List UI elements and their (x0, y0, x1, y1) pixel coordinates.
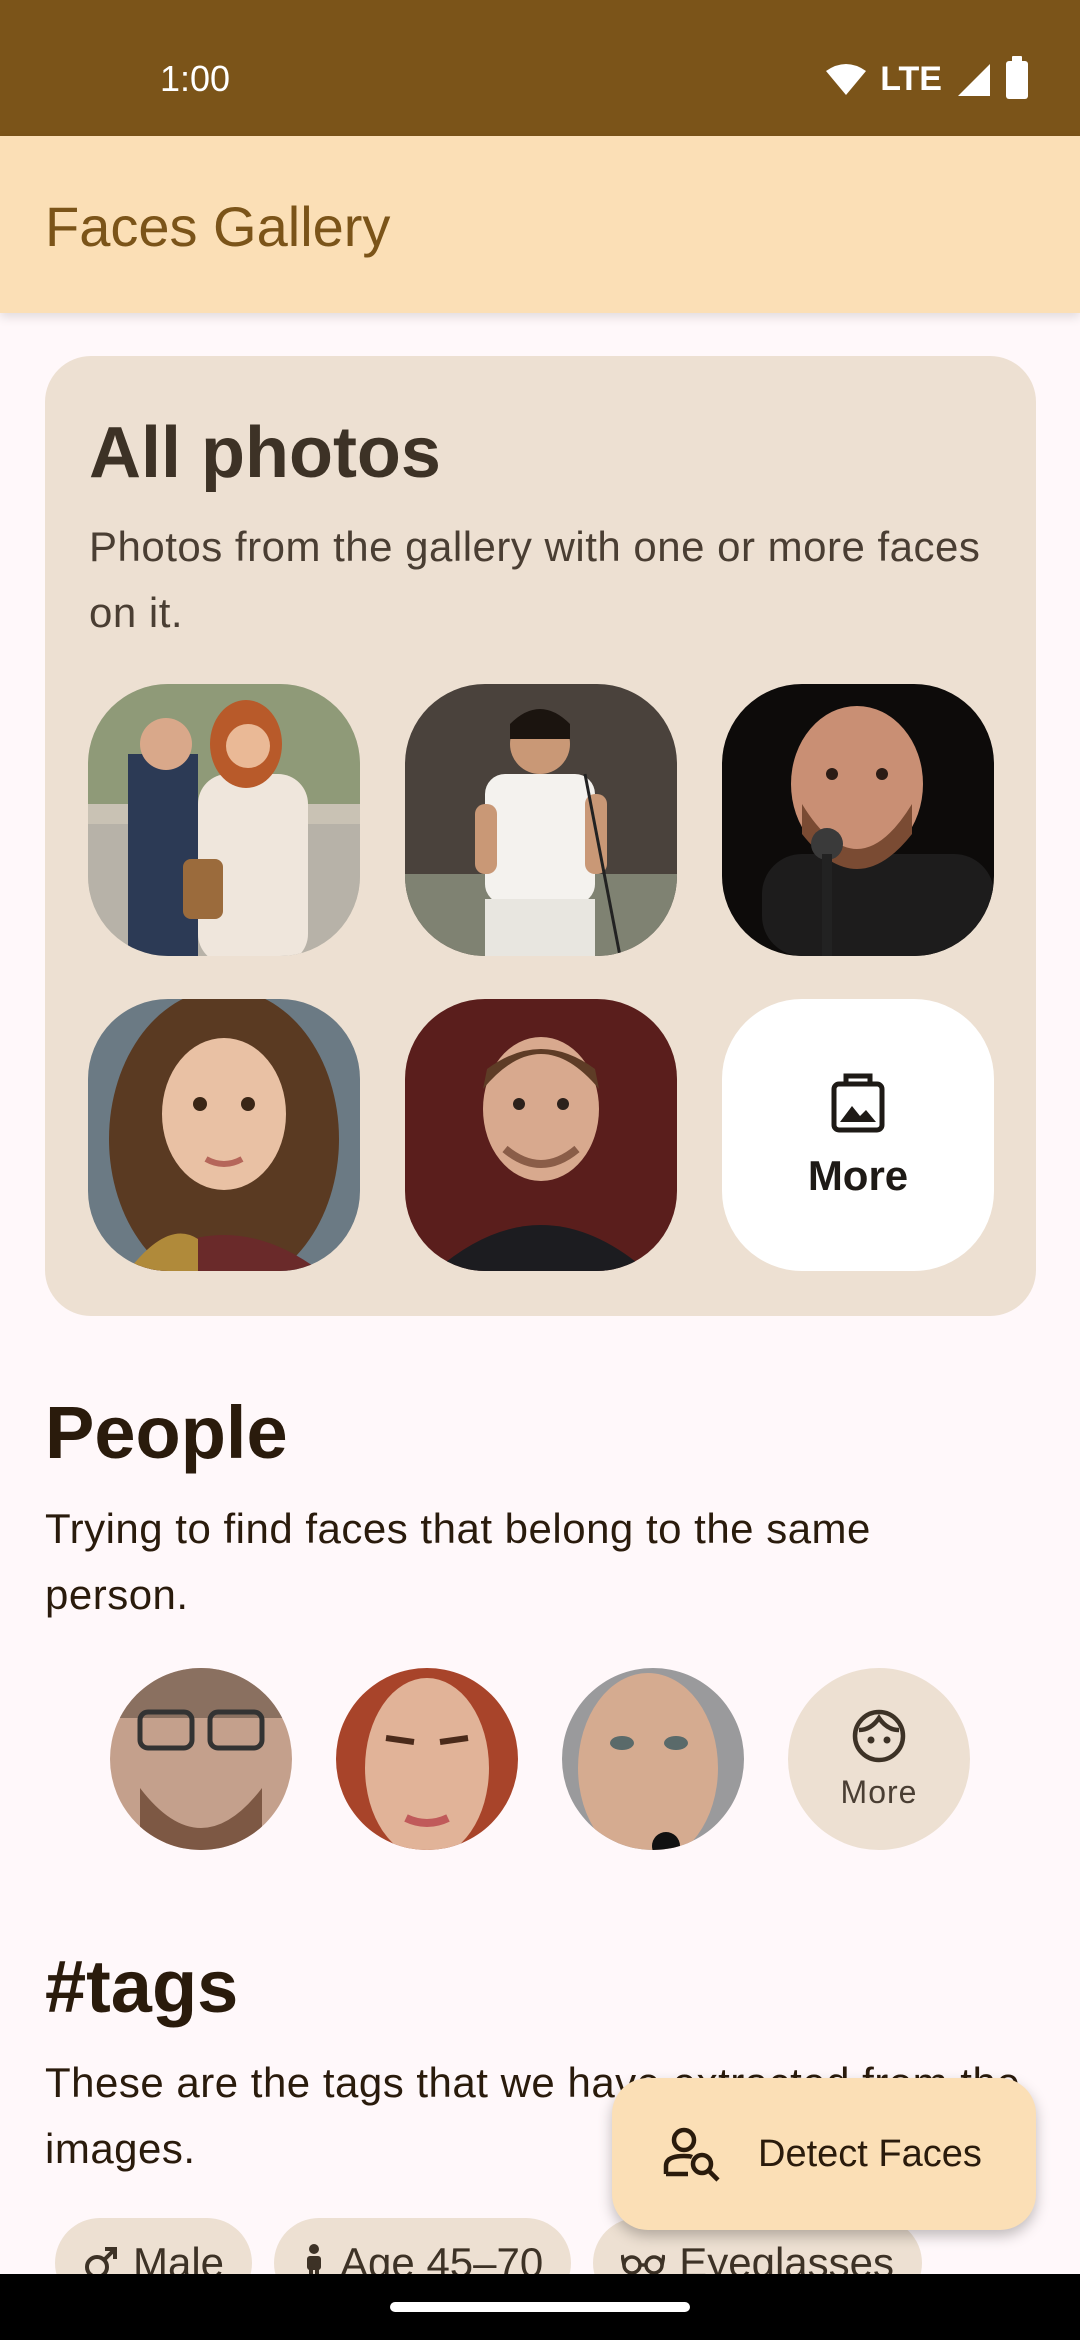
person-avatar[interactable] (562, 1668, 744, 1850)
photo-image (88, 999, 360, 1271)
detect-faces-button[interactable]: Detect Faces (612, 2078, 1036, 2230)
photo-thumbnail[interactable] (405, 999, 677, 1271)
photo-image (722, 684, 994, 956)
person-image (110, 1668, 292, 1850)
all-photos-subtitle: Photos from the gallery with one or more… (89, 523, 981, 636)
person-avatar[interactable] (110, 1668, 292, 1850)
photo-thumbnail[interactable] (405, 684, 677, 956)
eyeglasses-icon (621, 2254, 666, 2275)
face-icon (852, 1709, 906, 1762)
person-image (336, 1668, 518, 1850)
app-title: Faces Gallery (45, 195, 391, 258)
person-search-icon (663, 2127, 720, 2182)
photo-thumbnail[interactable] (88, 999, 360, 1271)
network-label: LTE (880, 60, 942, 98)
status-time: 1:00 (160, 58, 231, 99)
more-photos-label: More (807, 1152, 909, 1199)
more-people-button[interactable]: More (788, 1668, 970, 1850)
photo-thumbnail[interactable] (88, 684, 360, 956)
wifi-icon (826, 63, 867, 95)
status-icons: LTE (826, 55, 1028, 99)
more-photos-button[interactable]: More (722, 999, 994, 1271)
photo-image (405, 999, 677, 1271)
people-subtitle: Trying to find faces that belong to the … (45, 1505, 871, 1618)
photo-image (405, 684, 677, 956)
detect-faces-label: Detect Faces (758, 2132, 982, 2175)
all-photos-title: All photos (89, 413, 441, 493)
more-people-label: More (840, 1773, 918, 1810)
people-title: People (45, 1391, 288, 1474)
photo-thumbnail[interactable] (722, 684, 994, 956)
navigation-bar (0, 2274, 1080, 2340)
status-bar: 1:00 LTE (0, 0, 1080, 136)
person-avatar[interactable] (336, 1668, 518, 1850)
signal-icon (958, 63, 990, 96)
app-bar: Faces Gallery (0, 136, 1080, 313)
battery-icon (1006, 55, 1028, 99)
image-icon (831, 1073, 885, 1133)
tags-title: #tags (45, 1945, 239, 2028)
person-image (562, 1668, 744, 1850)
photo-image (88, 684, 360, 956)
home-handle[interactable] (390, 2302, 690, 2312)
